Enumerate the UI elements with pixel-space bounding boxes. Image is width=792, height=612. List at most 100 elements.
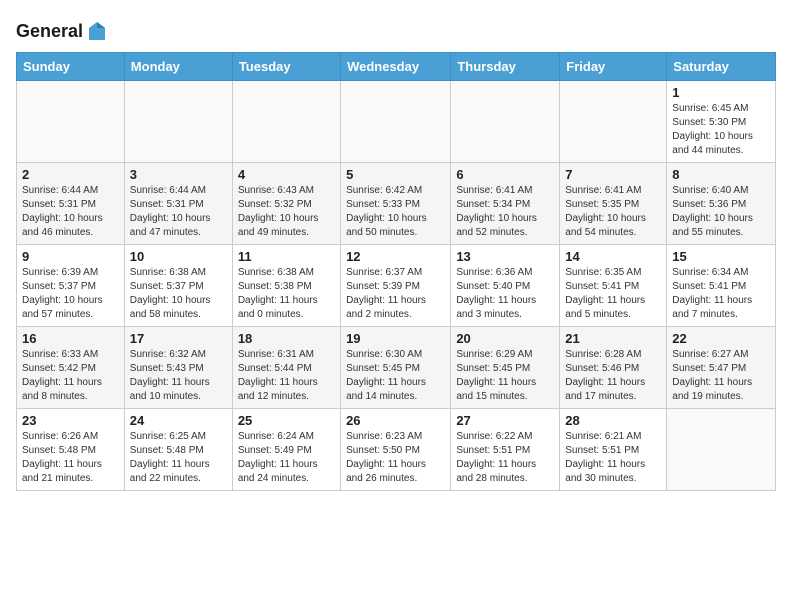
day-info: Sunrise: 6:32 AM Sunset: 5:43 PM Dayligh… bbox=[130, 348, 227, 404]
day-info: Sunrise: 6:35 AM Sunset: 5:41 PM Dayligh… bbox=[565, 266, 661, 322]
day-number: 2 bbox=[22, 167, 119, 182]
day-info: Sunrise: 6:26 AM Sunset: 5:48 PM Dayligh… bbox=[22, 430, 119, 486]
day-number: 10 bbox=[130, 249, 227, 264]
day-number: 11 bbox=[238, 249, 335, 264]
calendar-cell bbox=[341, 81, 451, 163]
calendar-cell: 5 Sunrise: 6:42 AM Sunset: 5:33 PM Daylig… bbox=[341, 163, 451, 245]
header-saturday: Saturday bbox=[667, 53, 776, 81]
day-number: 21 bbox=[565, 331, 661, 346]
calendar-cell: 25 Sunrise: 6:24 AM Sunset: 5:49 PM Dayli… bbox=[232, 409, 340, 491]
calendar-week-1: 2 Sunrise: 6:44 AM Sunset: 5:31 PM Daylig… bbox=[17, 163, 776, 245]
day-number: 12 bbox=[346, 249, 445, 264]
day-number: 17 bbox=[130, 331, 227, 346]
calendar-cell: 19 Sunrise: 6:30 AM Sunset: 5:45 PM Dayli… bbox=[341, 327, 451, 409]
calendar-cell: 18 Sunrise: 6:31 AM Sunset: 5:44 PM Dayli… bbox=[232, 327, 340, 409]
calendar-cell: 15 Sunrise: 6:34 AM Sunset: 5:41 PM Dayli… bbox=[667, 245, 776, 327]
day-info: Sunrise: 6:22 AM Sunset: 5:51 PM Dayligh… bbox=[456, 430, 554, 486]
day-info: Sunrise: 6:45 AM Sunset: 5:30 PM Dayligh… bbox=[672, 102, 770, 158]
calendar-cell: 21 Sunrise: 6:28 AM Sunset: 5:46 PM Dayli… bbox=[560, 327, 667, 409]
calendar-cell bbox=[451, 81, 560, 163]
day-info: Sunrise: 6:23 AM Sunset: 5:50 PM Dayligh… bbox=[346, 430, 445, 486]
calendar-week-0: 1 Sunrise: 6:45 AM Sunset: 5:30 PM Daylig… bbox=[17, 81, 776, 163]
calendar-cell: 2 Sunrise: 6:44 AM Sunset: 5:31 PM Daylig… bbox=[17, 163, 125, 245]
calendar-week-4: 23 Sunrise: 6:26 AM Sunset: 5:48 PM Dayli… bbox=[17, 409, 776, 491]
calendar-cell: 6Sunrise: 6:41 AM Sunset: 5:34 PM Daylig… bbox=[451, 163, 560, 245]
day-info: Sunrise: 6:44 AM Sunset: 5:31 PM Dayligh… bbox=[22, 184, 119, 240]
day-info: Sunrise: 6:24 AM Sunset: 5:49 PM Dayligh… bbox=[238, 430, 335, 486]
day-info: Sunrise: 6:38 AM Sunset: 5:37 PM Dayligh… bbox=[130, 266, 227, 322]
calendar-cell: 24 Sunrise: 6:25 AM Sunset: 5:48 PM Dayli… bbox=[124, 409, 232, 491]
day-number: 7 bbox=[565, 167, 661, 182]
day-number: 9 bbox=[22, 249, 119, 264]
calendar-cell: 4 Sunrise: 6:43 AM Sunset: 5:32 PM Daylig… bbox=[232, 163, 340, 245]
day-info: Sunrise: 6:43 AM Sunset: 5:32 PM Dayligh… bbox=[238, 184, 335, 240]
calendar-cell: 10 Sunrise: 6:38 AM Sunset: 5:37 PM Dayli… bbox=[124, 245, 232, 327]
calendar-cell: 26 Sunrise: 6:23 AM Sunset: 5:50 PM Dayli… bbox=[341, 409, 451, 491]
calendar-week-2: 9 Sunrise: 6:39 AM Sunset: 5:37 PM Daylig… bbox=[17, 245, 776, 327]
day-info: Sunrise: 6:44 AM Sunset: 5:31 PM Dayligh… bbox=[130, 184, 227, 240]
calendar-header-row: SundayMondayTuesdayWednesdayThursdayFrid… bbox=[17, 53, 776, 81]
day-number: 1 bbox=[672, 85, 770, 100]
day-number: 18 bbox=[238, 331, 335, 346]
header-thursday: Thursday bbox=[451, 53, 560, 81]
header-monday: Monday bbox=[124, 53, 232, 81]
calendar-week-3: 16 Sunrise: 6:33 AM Sunset: 5:42 PM Dayli… bbox=[17, 327, 776, 409]
day-number: 23 bbox=[22, 413, 119, 428]
day-info: Sunrise: 6:21 AM Sunset: 5:51 PM Dayligh… bbox=[565, 430, 661, 486]
day-number: 6 bbox=[456, 167, 554, 182]
day-info: Sunrise: 6:31 AM Sunset: 5:44 PM Dayligh… bbox=[238, 348, 335, 404]
calendar-table: SundayMondayTuesdayWednesdayThursdayFrid… bbox=[16, 52, 776, 491]
logo-text: General bbox=[16, 20, 109, 44]
calendar-cell: 7 Sunrise: 6:41 AM Sunset: 5:35 PM Daylig… bbox=[560, 163, 667, 245]
calendar-cell: 22Sunrise: 6:27 AM Sunset: 5:47 PM Dayli… bbox=[667, 327, 776, 409]
header-friday: Friday bbox=[560, 53, 667, 81]
calendar-cell bbox=[232, 81, 340, 163]
day-info: Sunrise: 6:36 AM Sunset: 5:40 PM Dayligh… bbox=[456, 266, 554, 322]
day-number: 4 bbox=[238, 167, 335, 182]
day-number: 28 bbox=[565, 413, 661, 428]
calendar-cell bbox=[667, 409, 776, 491]
day-info: Sunrise: 6:30 AM Sunset: 5:45 PM Dayligh… bbox=[346, 348, 445, 404]
calendar-cell: 27 Sunrise: 6:22 AM Sunset: 5:51 PM Dayli… bbox=[451, 409, 560, 491]
day-number: 20 bbox=[456, 331, 554, 346]
day-info: Sunrise: 6:25 AM Sunset: 5:48 PM Dayligh… bbox=[130, 430, 227, 486]
day-number: 15 bbox=[672, 249, 770, 264]
calendar-cell: 13 Sunrise: 6:36 AM Sunset: 5:40 PM Dayli… bbox=[451, 245, 560, 327]
day-number: 26 bbox=[346, 413, 445, 428]
calendar-cell: 3 Sunrise: 6:44 AM Sunset: 5:31 PM Daylig… bbox=[124, 163, 232, 245]
calendar-cell: 28 Sunrise: 6:21 AM Sunset: 5:51 PM Dayli… bbox=[560, 409, 667, 491]
header-wednesday: Wednesday bbox=[341, 53, 451, 81]
calendar-cell: 14Sunrise: 6:35 AM Sunset: 5:41 PM Dayli… bbox=[560, 245, 667, 327]
day-info: Sunrise: 6:41 AM Sunset: 5:35 PM Dayligh… bbox=[565, 184, 661, 240]
day-number: 25 bbox=[238, 413, 335, 428]
day-info: Sunrise: 6:28 AM Sunset: 5:46 PM Dayligh… bbox=[565, 348, 661, 404]
day-info: Sunrise: 6:34 AM Sunset: 5:41 PM Dayligh… bbox=[672, 266, 770, 322]
calendar-cell: 17 Sunrise: 6:32 AM Sunset: 5:43 PM Dayli… bbox=[124, 327, 232, 409]
calendar-cell: 12 Sunrise: 6:37 AM Sunset: 5:39 PM Dayli… bbox=[341, 245, 451, 327]
calendar-cell: 11 Sunrise: 6:38 AM Sunset: 5:38 PM Dayli… bbox=[232, 245, 340, 327]
calendar-cell bbox=[17, 81, 125, 163]
day-info: Sunrise: 6:39 AM Sunset: 5:37 PM Dayligh… bbox=[22, 266, 119, 322]
logo: General bbox=[16, 20, 109, 44]
header-sunday: Sunday bbox=[17, 53, 125, 81]
day-number: 13 bbox=[456, 249, 554, 264]
header-tuesday: Tuesday bbox=[232, 53, 340, 81]
calendar-cell: 16 Sunrise: 6:33 AM Sunset: 5:42 PM Dayli… bbox=[17, 327, 125, 409]
calendar-cell: 1 Sunrise: 6:45 AM Sunset: 5:30 PM Daylig… bbox=[667, 81, 776, 163]
day-info: Sunrise: 6:38 AM Sunset: 5:38 PM Dayligh… bbox=[238, 266, 335, 322]
calendar-cell: 8Sunrise: 6:40 AM Sunset: 5:36 PM Daylig… bbox=[667, 163, 776, 245]
day-number: 27 bbox=[456, 413, 554, 428]
calendar-cell: 9 Sunrise: 6:39 AM Sunset: 5:37 PM Daylig… bbox=[17, 245, 125, 327]
calendar-cell: 23 Sunrise: 6:26 AM Sunset: 5:48 PM Dayli… bbox=[17, 409, 125, 491]
day-info: Sunrise: 6:37 AM Sunset: 5:39 PM Dayligh… bbox=[346, 266, 445, 322]
calendar-cell bbox=[124, 81, 232, 163]
day-info: Sunrise: 6:42 AM Sunset: 5:33 PM Dayligh… bbox=[346, 184, 445, 240]
day-number: 24 bbox=[130, 413, 227, 428]
day-info: Sunrise: 6:33 AM Sunset: 5:42 PM Dayligh… bbox=[22, 348, 119, 404]
calendar-cell: 20 Sunrise: 6:29 AM Sunset: 5:45 PM Dayli… bbox=[451, 327, 560, 409]
day-number: 16 bbox=[22, 331, 119, 346]
day-number: 3 bbox=[130, 167, 227, 182]
day-info: Sunrise: 6:29 AM Sunset: 5:45 PM Dayligh… bbox=[456, 348, 554, 404]
day-number: 5 bbox=[346, 167, 445, 182]
day-number: 19 bbox=[346, 331, 445, 346]
